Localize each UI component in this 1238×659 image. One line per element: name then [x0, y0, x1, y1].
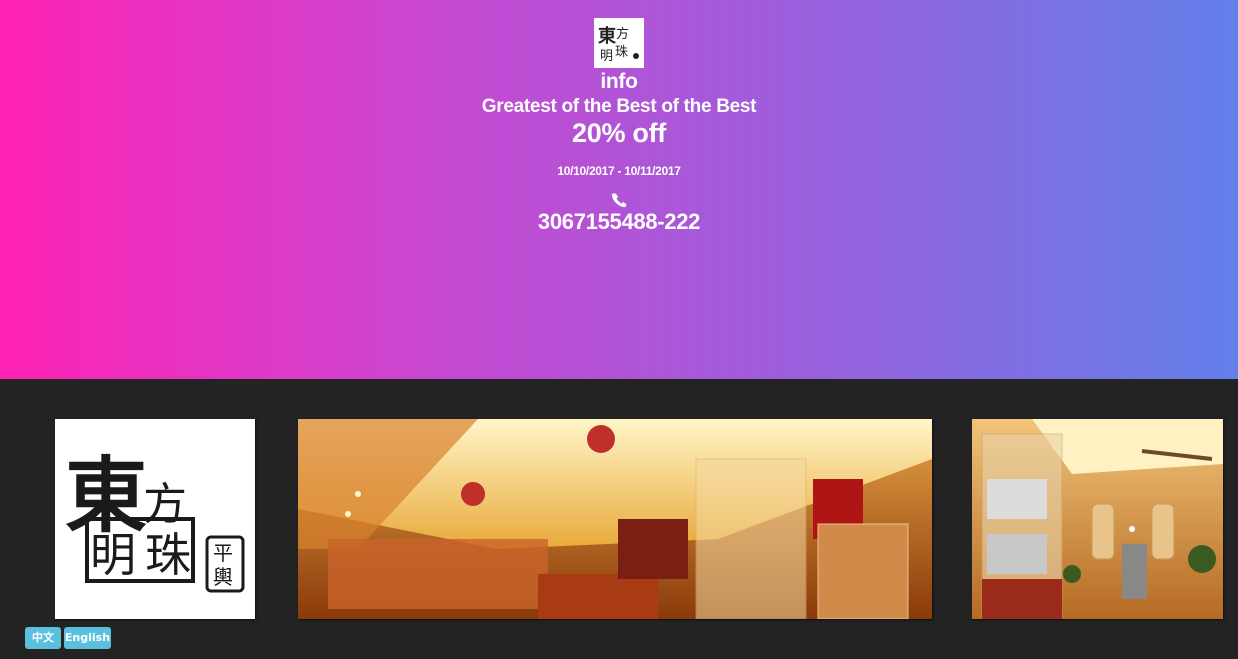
promo-banner: 東 方 明 珠 info Greatest of the Best of the… — [0, 0, 1238, 379]
gallery-interior-photo[interactable] — [298, 419, 932, 619]
svg-text:東: 東 — [598, 25, 616, 47]
brand-logo-small: 東 方 明 珠 — [594, 18, 644, 68]
language-english-button[interactable]: English — [64, 627, 111, 649]
restaurant-interior-photo — [298, 419, 932, 619]
svg-text:珠: 珠 — [145, 528, 191, 582]
language-chinese-button[interactable]: 中文 — [25, 627, 61, 649]
svg-text:輿: 輿 — [213, 565, 233, 589]
svg-text:平: 平 — [213, 541, 233, 565]
svg-text:明: 明 — [600, 49, 613, 64]
gallery-interior-photo-2[interactable] — [972, 419, 1223, 619]
svg-text:方: 方 — [143, 479, 187, 530]
promo-title: info — [600, 70, 638, 93]
restaurant-interior-photo — [972, 419, 1223, 619]
calligraphy-logo-icon: 東 方 明 珠 — [598, 25, 639, 64]
svg-text:明: 明 — [90, 528, 136, 582]
promo-dates: 10/10/2017 - 10/11/2017 — [557, 164, 681, 178]
promo-subtitle: Greatest of the Best of the Best — [481, 96, 757, 117]
svg-text:方: 方 — [616, 26, 629, 42]
phone-icon — [612, 193, 627, 208]
promo-discount: 20% off — [572, 118, 666, 148]
calligraphy-logo-icon: 東 方 明 珠 平 輿 — [65, 448, 245, 593]
promo-phone[interactable]: 3067155488-222 — [0, 209, 1238, 235]
image-gallery: 東 方 明 珠 平 輿 — [0, 379, 1238, 659]
svg-text:珠: 珠 — [615, 45, 628, 60]
gallery-logo-tile[interactable]: 東 方 明 珠 平 輿 — [55, 419, 255, 619]
